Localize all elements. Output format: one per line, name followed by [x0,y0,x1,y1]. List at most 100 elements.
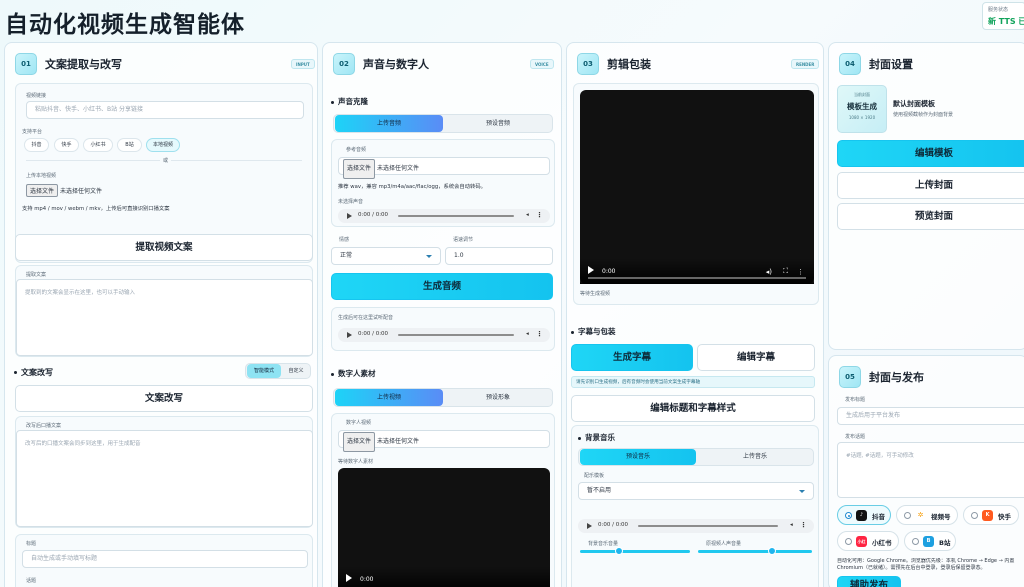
render-caption: 等待生成视频 [580,291,611,297]
platform-chip-xiaohongshu[interactable]: 小红书 [83,138,113,152]
video-time: 0:00 [602,268,616,275]
rewrite-button[interactable]: 文案改写 [15,385,313,412]
play-icon[interactable] [588,266,594,274]
edit-template-button[interactable]: 编辑模板 [837,140,1024,167]
ref-audio-label: 参考音频 [346,147,367,153]
avatar-video-box: 数字人视频 选择文件 未选择任何文件 等待数字人素材 0:00 [331,413,555,587]
tab-upload-audio[interactable]: 上传音频 [335,115,443,132]
platform-option-xiaohongshu[interactable]: 小红 小红书 [837,531,899,551]
avatar-video-player[interactable]: 0:00 [338,468,550,587]
publish-title-label: 发布标题 [845,397,866,403]
tab-preset-music[interactable]: 预设音乐 [580,449,696,465]
cover-thumbnail[interactable]: 当前封面 模板生成 1080 × 1920 [837,85,887,133]
more-options-icon[interactable]: ⋮ [536,211,543,219]
play-icon[interactable] [346,574,352,582]
ref-audio-player[interactable]: 0:00 / 0:00 ◂ ⋮ [338,209,550,223]
ref-audio-file-input[interactable]: 选择文件 未选择任何文件 [338,157,550,179]
or-label: 或 [160,157,172,164]
bgm-box: 背景音乐 预设音乐 上传音乐 配乐模板 暂不启用 0:00 / 0:00 ◂ ⋮ 背… [571,425,819,587]
mood-select[interactable]: 正常 [331,247,441,265]
upload-cover-button[interactable]: 上传封面 [837,172,1024,199]
avatar-source-tabs: 上传视频 预设形象 [333,388,553,407]
xiaohongshu-icon: 小红 [856,536,867,547]
audio-progress[interactable] [398,334,514,336]
platform-option-channels[interactable]: ✲ 视频号 [896,505,958,525]
panel-title: 封面与发布 [869,371,924,384]
volume-icon[interactable]: ◂ [526,331,532,338]
platform-chip-douyin[interactable]: 抖音 [24,138,49,152]
video-link-input[interactable]: 粘贴抖音、快手、小红书、B站 分享链接 [26,101,304,119]
bgm-select[interactable]: 暂不启用 [578,482,814,500]
render-video-player[interactable]: 0:00 ◂) ⛶ ⋮ [580,90,814,284]
tab-upload-music[interactable]: 上传音乐 [697,449,813,465]
panel-header: 05 封面与发布 [829,356,1024,398]
audio-time: 0:00 / 0:00 [358,212,389,218]
extract-copy-button[interactable]: 提取视频文案 [15,234,313,261]
volume-icon[interactable]: ◂ [790,522,796,529]
extracted-copy-textarea[interactable]: 提取到的文案会显示在这里，也可以手动输入 [16,279,313,356]
avatar-file-input[interactable]: 选择文件 未选择任何文件 [338,430,550,452]
more-options-icon[interactable]: ⋮ [797,268,804,276]
tab-preset-avatar[interactable]: 预设形象 [444,389,552,406]
bgm-audio-player[interactable]: 0:00 / 0:00 ◂ ⋮ [578,519,814,533]
panel-header: 02 声音与数字人 VOICE [323,43,561,85]
more-options-icon[interactable]: ⋮ [536,330,543,338]
ref-audio-box: 参考音频 选择文件 未选择任何文件 推荐 wav，兼容 mp3/m4a/aac/f… [331,139,555,227]
platform-option-kuaishou[interactable]: K 快手 [963,505,1019,525]
topic-label: 话题 [26,578,37,584]
subtitle-section: 字幕与包装 [571,326,616,337]
subtitle-hint: 请先识别口生成视频，后有音频时会使用当前文案生成字幕轴 [571,376,815,388]
video-time: 0:00 [360,576,374,583]
tab-preset-audio[interactable]: 预设音频 [444,115,552,132]
publish-button[interactable]: 辅助发布 [837,576,901,587]
choose-file-button[interactable]: 选择文件 [343,432,376,452]
preview-cover-button[interactable]: 预览封面 [837,203,1024,230]
play-icon[interactable] [347,213,352,219]
more-options-icon[interactable]: ⋮ [800,521,807,529]
edit-style-button[interactable]: 编辑标题和字幕样式 [571,395,815,422]
audio-progress[interactable] [398,215,514,217]
generate-audio-button[interactable]: 生成音频 [331,273,553,300]
mode-smart[interactable]: 智能模式 [247,364,281,378]
edit-subtitles-button[interactable]: 编辑字幕 [697,344,815,371]
panel-edit-render: 03 剪辑包装 RENDER 0:00 ◂) ⛶ ⋮ 等待生成视频 字幕与包装 … [566,42,824,587]
service-status-label: 服务状态 [988,7,1009,13]
platform-option-bilibili[interactable]: B B站 [904,531,956,551]
slider-handle[interactable] [614,547,623,555]
link-label: 视频链接 [26,93,47,99]
platform-chip-kuaishou[interactable]: 快手 [54,138,79,152]
generated-audio-player[interactable]: 0:00 / 0:00 ◂ ⋮ [338,328,550,342]
service-status-value: 新 TTS 已 [988,17,1024,26]
thumb-top: 当前封面 [854,92,870,97]
chevron-down-icon [799,490,805,493]
panel-tag: INPUT [291,59,315,69]
platform-chip-local[interactable]: 本地视频 [146,138,180,152]
publish-topic-textarea[interactable]: #话题, #话题，可手动修改 [837,442,1024,498]
panel-title: 声音与数字人 [363,58,429,71]
title-input[interactable]: 自动生成或手动填写标题 [22,550,308,568]
fullscreen-icon[interactable]: ⛶ [783,267,788,276]
upload-file-input[interactable]: 选择文件 未选择任何文件 [26,184,102,197]
video-progress[interactable] [588,277,806,279]
mode-custom[interactable]: 自定义 [281,364,311,378]
volume-icon[interactable]: ◂ [526,212,532,219]
panel-publish: 05 封面与发布 发布标题 生成后用于平台发布 发布话题 #话题, #话题，可手… [828,355,1024,587]
play-icon[interactable] [587,523,592,529]
audio-progress[interactable] [638,525,778,527]
step-number: 05 [839,366,861,388]
platform-option-douyin[interactable]: ♪ 抖音 [837,505,891,525]
rewritten-copy-textarea[interactable]: 改写后的口播文案会同步到这里，用于生成配音 [16,430,313,527]
choose-file-button[interactable]: 选择文件 [26,184,59,197]
choose-file-button[interactable]: 选择文件 [343,159,376,179]
bgm-volume-slider[interactable] [580,547,690,555]
tab-upload-video[interactable]: 上传视频 [335,389,443,406]
volume-icon[interactable]: ◂) [766,268,772,276]
slider-handle[interactable] [768,547,777,555]
bgm-volume-label: 背景音乐音量 [588,541,619,547]
publish-title-input[interactable]: 生成后用于平台发布 [837,407,1024,425]
platform-chip-bilibili[interactable]: B站 [117,138,142,152]
play-icon[interactable] [347,332,352,338]
speed-input[interactable]: 1.0 [445,247,553,265]
generate-subtitles-button[interactable]: 生成字幕 [571,344,693,371]
voice-volume-slider[interactable] [698,547,812,555]
